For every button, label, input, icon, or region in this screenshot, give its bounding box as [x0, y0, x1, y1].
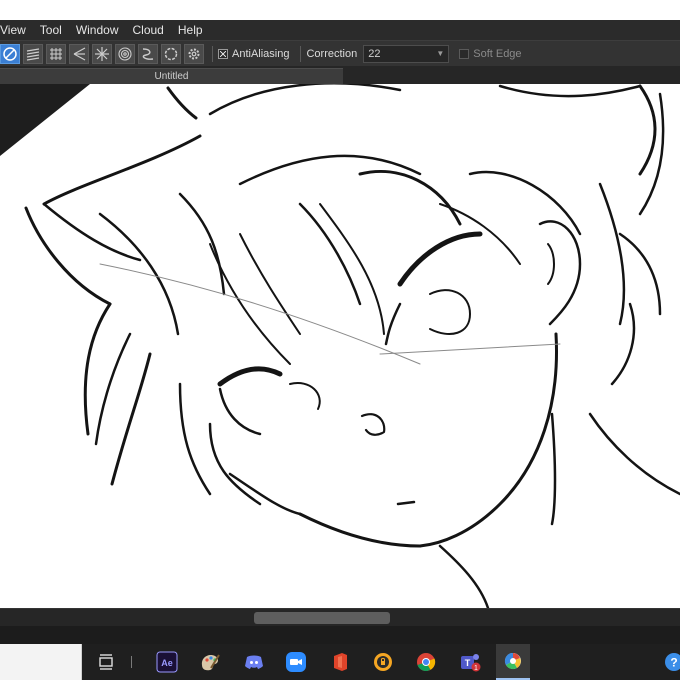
help-text: ?: [670, 656, 677, 670]
parallel-ruler-button[interactable]: [23, 43, 43, 64]
after-effects-icon: Ae: [156, 651, 178, 673]
soft-edge-label: Soft Edge: [473, 47, 522, 60]
perspective-ruler-button[interactable]: [69, 43, 89, 64]
chrome-button[interactable]: [412, 648, 440, 676]
top-margin: [0, 0, 680, 20]
chevron-down-icon: ▼: [436, 49, 445, 58]
taskbar-separator: [131, 656, 132, 668]
no-ruler-icon: [3, 46, 17, 61]
correction-dropdown[interactable]: 22 ▼: [363, 44, 450, 63]
color-wheel-icon: [504, 652, 521, 670]
after-effects-button[interactable]: Ae: [153, 648, 181, 676]
grid-icon: [50, 47, 62, 60]
toolbar-separator: [300, 45, 302, 62]
ruler-off-button[interactable]: [0, 43, 20, 64]
discord-icon: [245, 655, 263, 669]
radial-ruler-button[interactable]: [92, 43, 112, 64]
teams-icon: T1: [461, 654, 481, 672]
perspective-icon: [73, 46, 86, 61]
parallel-lines-icon: [26, 47, 40, 61]
menu-tool[interactable]: Tool: [33, 20, 69, 40]
shield-lock-icon: [374, 653, 392, 671]
office-icon: [334, 653, 347, 671]
zoom-button[interactable]: [282, 648, 310, 676]
zoom-icon: [286, 652, 306, 672]
menu-bar: View Tool Window Cloud Help: [0, 20, 680, 40]
os-taskbar: Ae T1 ?: [0, 644, 680, 680]
paint-tool-active-button[interactable]: [496, 644, 530, 680]
curve-icon: [142, 47, 154, 60]
teams-button[interactable]: T1: [456, 648, 484, 676]
grid-ruler-button[interactable]: [46, 43, 66, 64]
task-view-icon: [99, 654, 113, 670]
menu-window[interactable]: Window: [69, 20, 126, 40]
palette-icon: [201, 654, 220, 671]
chrome-icon: [417, 653, 436, 672]
task-view-button[interactable]: [92, 648, 120, 676]
menu-help[interactable]: Help: [171, 20, 210, 40]
gear-icon: [188, 48, 200, 59]
paint-app-button[interactable]: [196, 648, 224, 676]
document-tab-bar: Untitled: [0, 66, 680, 84]
ellipse-icon: [164, 47, 178, 60]
canvas-paper: [0, 84, 680, 608]
antialiasing-label: AntiAliasing: [232, 47, 290, 60]
concentric-ruler-button[interactable]: [115, 43, 135, 64]
vpn-button[interactable]: [369, 648, 397, 676]
concentric-circles-icon: [118, 46, 132, 61]
correction-label: Correction: [306, 47, 358, 60]
discord-button[interactable]: [240, 648, 268, 676]
scrollbar-thumb[interactable]: [254, 612, 390, 624]
ae-text: Ae: [161, 658, 173, 668]
document-tab[interactable]: Untitled: [0, 68, 343, 84]
help-button[interactable]: ?: [660, 648, 680, 676]
help-icon: ?: [665, 653, 680, 671]
status-bar: [0, 626, 680, 644]
curve-ruler-button[interactable]: [138, 43, 158, 64]
menu-cloud[interactable]: Cloud: [126, 20, 171, 40]
office-button[interactable]: [326, 648, 354, 676]
antialiasing-checkbox[interactable]: [218, 48, 228, 59]
menu-view[interactable]: View: [0, 20, 33, 40]
ruler-settings-button[interactable]: [184, 43, 204, 64]
drawing-canvas[interactable]: [0, 84, 680, 608]
canvas-area[interactable]: [0, 84, 680, 608]
svg-text:T: T: [465, 658, 471, 668]
taskbar-search-box[interactable]: [0, 644, 82, 680]
tool-options-bar: AntiAliasing Correction 22 ▼ Soft Edge: [0, 40, 680, 66]
soft-edge-checkbox[interactable]: [459, 48, 470, 59]
toolbar-separator: [212, 45, 213, 62]
correction-value: 22: [368, 47, 381, 60]
horizontal-scrollbar[interactable]: [0, 608, 680, 626]
radial-lines-icon: [95, 46, 109, 61]
ellipse-ruler-button[interactable]: [161, 43, 181, 64]
teams-badge: 1: [474, 665, 478, 672]
